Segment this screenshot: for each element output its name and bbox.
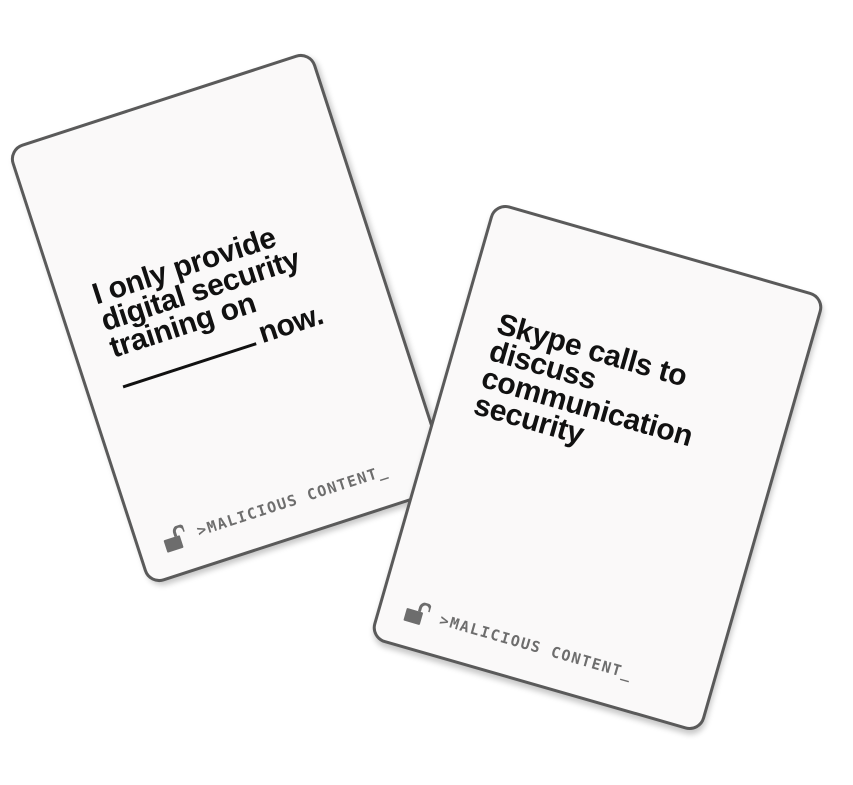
prompt-card[interactable]: I only provide digital security training…	[6, 49, 454, 587]
response-card[interactable]: Skype calls to discuss communication sec…	[368, 201, 827, 734]
